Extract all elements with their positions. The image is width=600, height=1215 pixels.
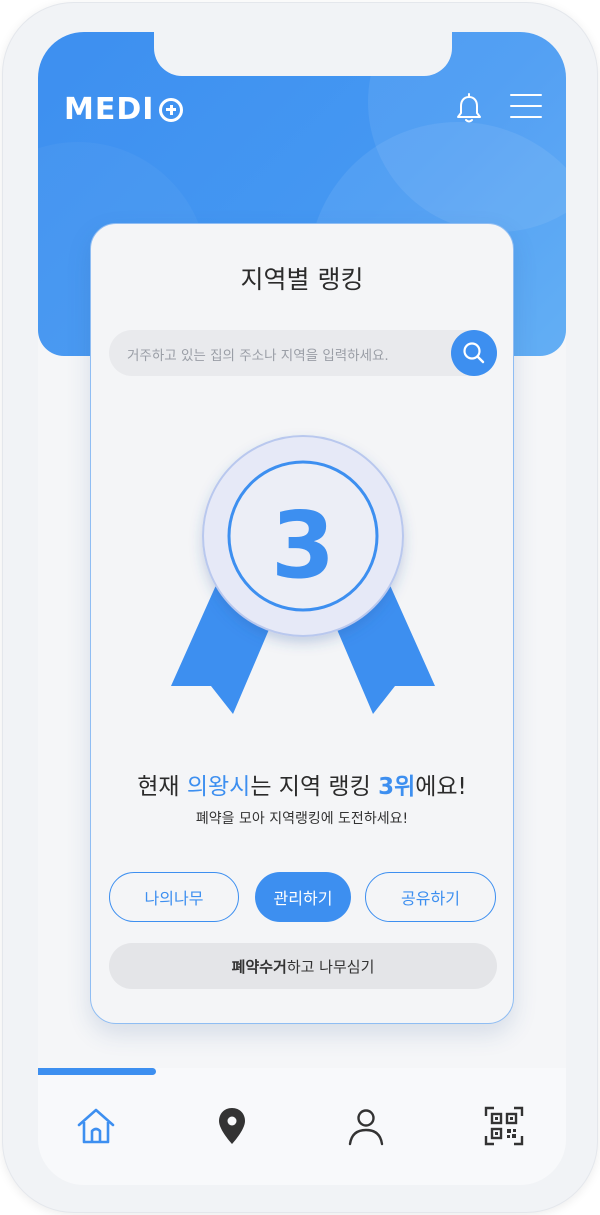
- rank-suffix: 에요!: [415, 774, 467, 800]
- ranking-card: 지역별 랭킹 거주하고 있는 집의 주소나 지역을 입력하세요. 3 현재 의왕…: [90, 223, 514, 1024]
- manage-button[interactable]: 관리하기: [255, 872, 351, 922]
- collect-button-rest: 하고 나무심기: [286, 957, 375, 976]
- rank-middle: 는 지역 랭킹: [250, 774, 379, 800]
- rank-value: 3위: [378, 774, 416, 800]
- region-name: 의왕시: [186, 774, 251, 800]
- search-icon: [463, 342, 485, 364]
- app-screen: MEDI 지역별 랭킹 거주하고 있는 집의 주소나 지역을 입력하세요. 3 …: [38, 32, 566, 1185]
- search-button[interactable]: [451, 330, 497, 376]
- card-title: 지역별 랭킹: [240, 265, 364, 294]
- rank-subtitle: 폐약을 모아 지역랭킹에 도전하세요!: [195, 811, 409, 827]
- home-icon[interactable]: [74, 1104, 118, 1148]
- collect-button-bold: 폐약수거: [231, 957, 287, 976]
- user-icon[interactable]: [344, 1104, 388, 1148]
- collect-medicine-button[interactable]: 폐약수거 하고 나무심기: [109, 943, 497, 989]
- location-pin-icon[interactable]: [210, 1104, 254, 1148]
- device-notch: [154, 32, 452, 76]
- bottom-tab-bar: [38, 1068, 566, 1185]
- my-tree-button[interactable]: 나의나무: [109, 872, 239, 922]
- logo-text: MEDI: [64, 92, 155, 127]
- rank-prefix: 현재: [137, 774, 187, 800]
- logo-plus-icon: [159, 97, 184, 122]
- medal-rank-number: 3: [270, 492, 335, 599]
- rank-sentence: 현재 의왕시는 지역 랭킹 3위에요!: [91, 767, 513, 801]
- tab-active-indicator: [38, 1068, 156, 1075]
- qr-code-icon[interactable]: [482, 1104, 526, 1148]
- app-logo[interactable]: MEDI: [64, 92, 184, 127]
- share-button[interactable]: 공유하기: [365, 872, 496, 922]
- phone-frame: MEDI 지역별 랭킹 거주하고 있는 집의 주소나 지역을 입력하세요. 3 …: [2, 2, 598, 1213]
- bell-icon[interactable]: [452, 92, 486, 126]
- search-input[interactable]: 거주하고 있는 집의 주소나 지역을 입력하세요.: [127, 344, 389, 364]
- search-bar[interactable]: 거주하고 있는 집의 주소나 지역을 입력하세요.: [109, 330, 497, 376]
- hamburger-menu-icon[interactable]: [510, 94, 542, 122]
